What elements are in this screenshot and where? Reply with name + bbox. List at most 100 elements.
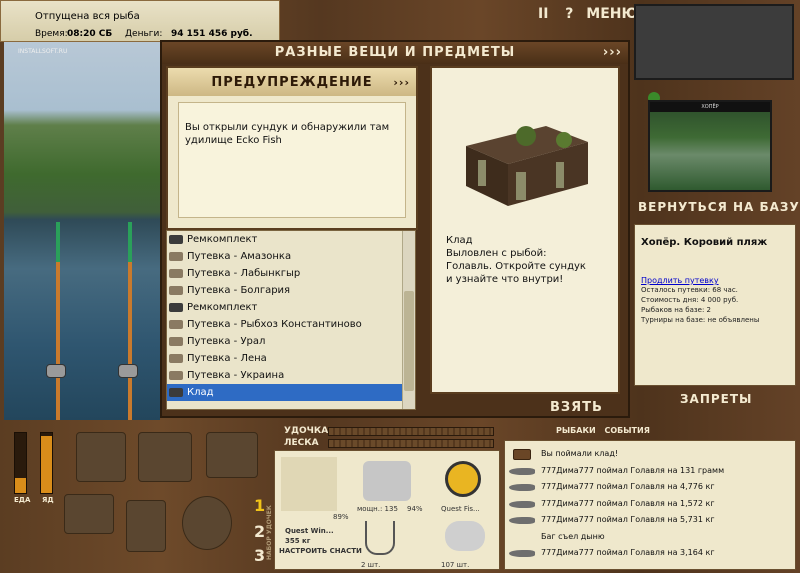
event-row: Баг съел дыню <box>509 530 605 544</box>
slot-1-tab[interactable]: 1 <box>254 496 265 515</box>
list-item[interactable]: Путевка - Лабынкгыр <box>167 265 415 282</box>
list-item-label: Путевка - Болгария <box>187 285 291 296</box>
ticket-icon <box>169 269 183 278</box>
rod-label: УДОЧКА <box>284 426 329 436</box>
tackle-panel: 89% Quest Win... 355 кг мощн.: 135 94% Q… <box>274 450 500 570</box>
warning-arrows-icon[interactable]: ››› <box>393 68 410 98</box>
reel-icon[interactable] <box>363 461 411 501</box>
event-text: Вы поймали клад! <box>541 449 619 458</box>
rod-capacity: 355 кг <box>285 537 311 545</box>
chest-icon <box>169 388 183 397</box>
line-spool-icon[interactable] <box>445 461 481 497</box>
back-to-base-button[interactable]: ВЕРНУТЬСЯ НА БАЗУ <box>638 200 800 214</box>
treasure-chest-icon <box>466 126 588 206</box>
item-detail: Клад Выловлен с рыбой: Голавль. Откройте… <box>430 66 620 394</box>
chest-icon <box>169 303 183 312</box>
list-item-label: Клад <box>187 387 214 398</box>
fish-icon <box>509 484 535 491</box>
fishing-scene[interactable]: INSTALLSOFT.RU <box>4 42 160 420</box>
dialog-arrows-icon[interactable]: ››› <box>603 42 622 64</box>
fish-icon <box>509 467 535 475</box>
money-value: 94 151 456 руб. <box>171 29 253 39</box>
warning-title-text: ПРЕДУПРЕЖДЕНИЕ <box>211 75 373 90</box>
backpack-icon[interactable] <box>138 432 192 482</box>
base-photo: ХОПЁР <box>648 100 772 192</box>
list-item[interactable]: Путевка - Рыбхоз Константиново <box>167 316 415 333</box>
menu-button[interactable]: МЕНЮ <box>586 6 638 22</box>
fish-icon <box>509 500 535 508</box>
warning-text: Вы открыли сундук и обнаружили там удили… <box>178 102 406 218</box>
take-button[interactable]: ВЗЯТЬ <box>550 400 603 415</box>
pause-button[interactable]: II <box>538 6 548 22</box>
watermark: INSTALLSOFT.RU <box>18 48 68 55</box>
chest-icon <box>169 235 183 244</box>
book-icon[interactable] <box>206 432 258 478</box>
reel-right-icon <box>118 364 138 378</box>
tackle-box-icon[interactable] <box>76 432 126 482</box>
chair-icon[interactable] <box>64 494 114 534</box>
reel-percent: 94% <box>407 505 423 513</box>
event-text: Баг съел дыню <box>541 531 605 541</box>
list-item-label: Путевка - Рыбхоз Константиново <box>187 319 362 330</box>
float-rod-icon[interactable] <box>281 457 337 511</box>
top-menu: II ? МЕНЮ <box>538 6 638 22</box>
base-name: Хопёр. Коровий пляж <box>641 237 768 248</box>
tab-anglers[interactable]: РЫБАКИ <box>556 426 596 435</box>
list-item-label: Путевка - Урал <box>187 336 266 347</box>
net-icon[interactable] <box>126 500 166 552</box>
bait-icon[interactable] <box>445 521 485 551</box>
event-row: 777Дима777 поймал Голавля на 4,776 кг <box>509 480 715 494</box>
list-item[interactable]: Путевка - Лена <box>167 350 415 367</box>
bans-button[interactable]: ЗАПРЕТЫ <box>680 392 752 406</box>
setup-tackle-button[interactable]: НАСТРОИТЬ СНАСТИ <box>279 547 362 555</box>
food-gauge-fill <box>15 478 26 493</box>
list-item[interactable]: Клад <box>167 384 415 401</box>
list-item[interactable]: Путевка - Болгария <box>167 282 415 299</box>
events-panel: Вы поймали клад! 777Дима777 поймал Голавл… <box>504 440 796 570</box>
list-scrollbar[interactable] <box>402 231 415 409</box>
money-label: Деньги: <box>125 29 163 39</box>
chest-icon <box>513 449 531 460</box>
list-item[interactable]: Путевка - Амазонка <box>167 248 415 265</box>
list-item[interactable]: Путевка - Урал <box>167 333 415 350</box>
keepnet-icon[interactable] <box>182 496 232 550</box>
time-value: 08:20 СБ <box>67 29 113 39</box>
items-list: Ремкомплект Путевка - Амазонка Путевка - Л… <box>166 230 416 410</box>
list-item-label: Путевка - Амазонка <box>187 251 292 262</box>
warning-title: ПРЕДУПРЕЖДЕНИЕ ››› <box>168 68 416 96</box>
extend-ticket-link[interactable]: Продлить путевку <box>641 276 791 285</box>
poison-label: ЯД <box>42 496 54 504</box>
hooks-count: 2 шт. <box>361 561 381 569</box>
list-item[interactable]: Ремкомплект <box>167 231 415 248</box>
base-line: Рыбаков на базе: 2 <box>641 306 711 314</box>
event-row: 777Дима777 поймал Голавля на 5,731 кг <box>509 513 715 527</box>
slot-3-tab[interactable]: 3 <box>254 546 265 565</box>
slot-2-tab[interactable]: 2 <box>254 522 265 541</box>
hook-icon[interactable] <box>365 521 395 555</box>
list-item-label: Путевка - Лабынкгыр <box>187 268 301 279</box>
ticket-icon <box>169 354 183 363</box>
map-screen <box>634 4 794 80</box>
help-button[interactable]: ? <box>565 6 573 22</box>
ticket-icon <box>169 371 183 380</box>
reel-left-icon <box>46 364 66 378</box>
base-line: Турниры на базе: не объявлены <box>641 316 760 324</box>
list-item[interactable]: Путевка - Украина <box>167 367 415 384</box>
detail-text: Клад Выловлен с рыбой: Голавль. Откройте… <box>446 235 586 285</box>
tab-events[interactable]: СОБЫТИЯ <box>604 426 649 435</box>
status-message: Отпущена вся рыба <box>35 11 140 22</box>
status-panel: Отпущена вся рыба Время: 08:20 СБ Деньги… <box>0 0 280 42</box>
ticket-icon <box>169 337 183 346</box>
poison-gauge <box>40 432 53 494</box>
base-info: Хопёр. Коровий пляж Продлить путевку Ост… <box>634 224 796 386</box>
list-item-label: Ремкомплект <box>187 234 258 245</box>
scroll-thumb[interactable] <box>404 291 414 391</box>
reel-power: мощн.: 135 <box>357 505 398 513</box>
base-line: Стоимость дня: 4 000 руб. <box>641 296 739 304</box>
event-tabs: РЫБАКИ СОБЫТИЯ <box>556 426 650 435</box>
event-text: 777Дима777 поймал Голавля на 131 грамм <box>541 465 725 475</box>
list-item-label: Путевка - Лена <box>187 353 267 364</box>
list-item[interactable]: Ремкомплект <box>167 299 415 316</box>
photo-caption: ХОПЁР <box>650 102 770 112</box>
rod-name: Quest Win... <box>285 527 334 535</box>
